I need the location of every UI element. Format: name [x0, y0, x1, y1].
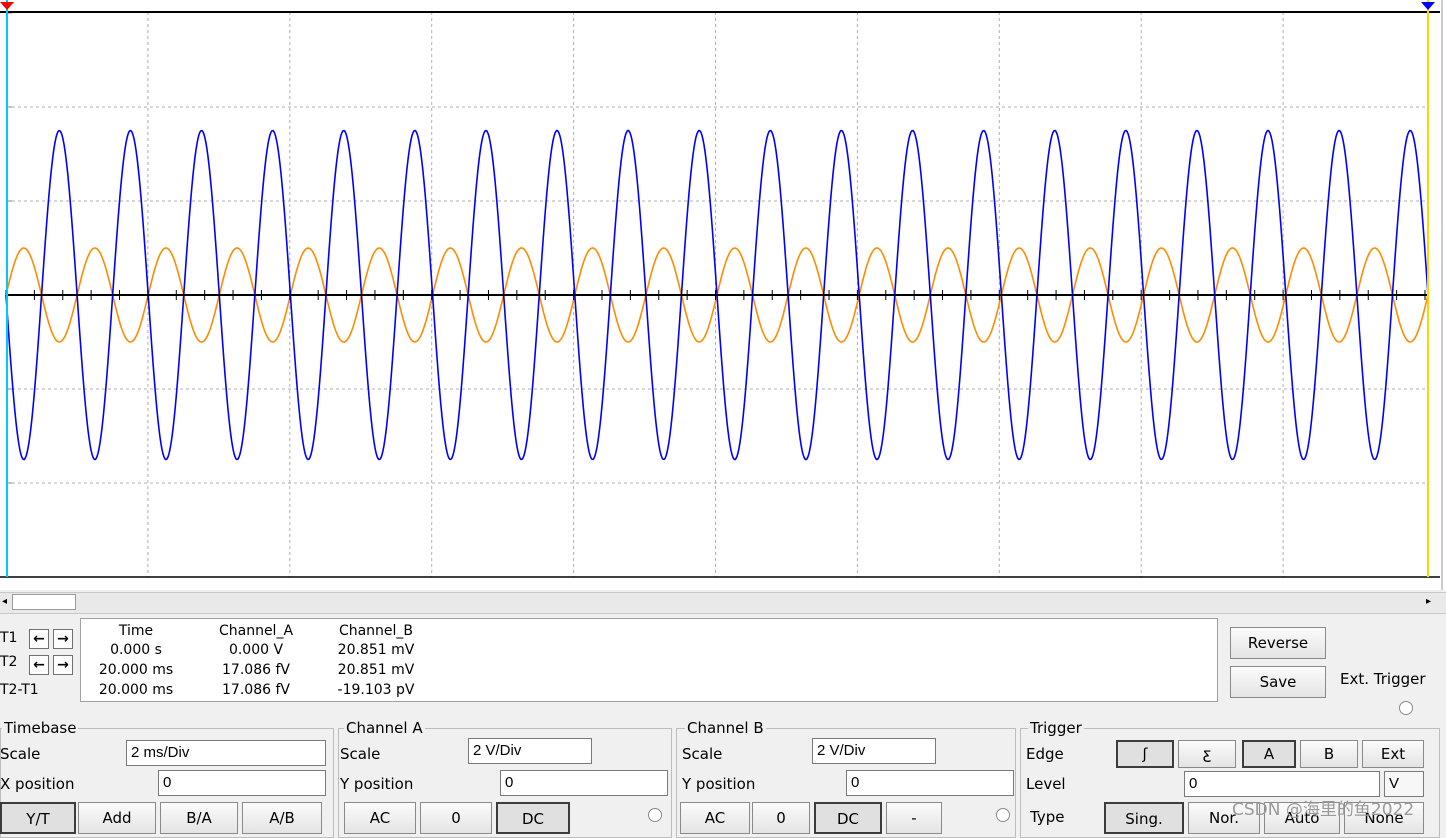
- channel-b-invert-button[interactable]: -: [886, 802, 942, 834]
- trigger-level-unit: V: [1384, 771, 1424, 797]
- t1-right-arrow-icon[interactable]: →: [53, 629, 73, 649]
- scroll-left-icon[interactable]: ◂: [2, 595, 7, 609]
- oscilloscope-screen: [0, 0, 1446, 590]
- t2-time: 20.000 ms: [98, 662, 174, 678]
- channel-a-title: Channel A: [344, 719, 425, 737]
- channel-a-radio[interactable]: [648, 808, 662, 822]
- channel-b-scale-field[interactable]: 2 V/Div: [812, 738, 936, 764]
- t2-channel-b: 20.851 mV: [337, 662, 415, 678]
- col-header-time: Time: [118, 623, 154, 639]
- col-header-channel-b: Channel_B: [338, 623, 414, 639]
- horizontal-scrollbar[interactable]: ◂ ▸: [0, 592, 1446, 614]
- t2-right-arrow-icon[interactable]: →: [53, 655, 73, 675]
- scroll-right-icon[interactable]: ▸: [1426, 595, 1431, 609]
- waveform-plot: [0, 0, 1443, 590]
- timebase-scale-field[interactable]: 2 ms/Div: [126, 740, 326, 766]
- x-position-field[interactable]: 0: [158, 770, 326, 796]
- trigger-type-label: Type: [1030, 808, 1065, 826]
- t1-channel-b: 20.851 mV: [337, 642, 415, 658]
- falling-edge-button[interactable]: ƹ: [1178, 740, 1236, 768]
- channel-a-scale-label: Scale: [340, 745, 381, 763]
- channel-a-ypos-label: Y position: [340, 775, 414, 793]
- trigger-source-ext-button[interactable]: Ext: [1362, 740, 1424, 768]
- x-position-label: X position: [0, 775, 75, 793]
- channel-b-scale-label: Scale: [682, 745, 723, 763]
- channel-a-dc-button[interactable]: DC: [496, 802, 570, 834]
- channel-b-radio[interactable]: [996, 808, 1010, 822]
- channel-b-title: Channel B: [685, 719, 766, 737]
- mode-ba-button[interactable]: B/A: [160, 802, 238, 834]
- cursor-diff-label: T2-T1: [0, 682, 39, 698]
- channel-b-ypos-label: Y position: [682, 775, 756, 793]
- ext-trigger-label: Ext. Trigger: [1340, 670, 1426, 688]
- trigger-source-b-button[interactable]: B: [1300, 740, 1358, 768]
- trigger-title: Trigger: [1028, 719, 1084, 737]
- scrollbar-thumb[interactable]: [12, 594, 76, 610]
- ext-trigger-radio[interactable]: [1399, 701, 1413, 715]
- t2-channel-a: 17.086 fV: [222, 662, 290, 678]
- channel-a-zero-button[interactable]: 0: [420, 802, 492, 834]
- rising-edge-icon: ʃ: [1142, 745, 1148, 763]
- falling-edge-icon: ƹ: [1202, 745, 1212, 763]
- mode-add-button[interactable]: Add: [78, 802, 156, 834]
- t2-left-arrow-icon[interactable]: ←: [29, 655, 49, 675]
- trigger-level-field[interactable]: 0: [1184, 771, 1380, 797]
- channel-a-ac-button[interactable]: AC: [344, 802, 416, 834]
- channel-a-ypos-field[interactable]: 0: [500, 770, 668, 796]
- trigger-single-button[interactable]: Sing.: [1104, 802, 1184, 834]
- diff-channel-b: -19.103 pV: [337, 682, 415, 698]
- timebase-title: Timebase: [2, 719, 79, 737]
- trigger-edge-label: Edge: [1026, 745, 1064, 763]
- channel-b-ypos-field[interactable]: 0: [846, 770, 1014, 796]
- col-header-channel-a: Channel_A: [218, 623, 294, 639]
- cursor-t2-label: T2: [0, 654, 18, 670]
- reverse-button[interactable]: Reverse: [1230, 627, 1326, 659]
- rising-edge-button[interactable]: ʃ: [1116, 740, 1174, 768]
- channel-b-ac-button[interactable]: AC: [680, 802, 750, 834]
- mode-yt-button[interactable]: Y/T: [0, 802, 76, 834]
- t1-time: 0.000 s: [110, 642, 162, 658]
- mode-ab-button[interactable]: A/B: [242, 802, 322, 834]
- cursor-readout-table: Time Channel_A Channel_B 0.000 s 0.000 V…: [80, 618, 1218, 702]
- trigger-level-label: Level: [1026, 775, 1066, 793]
- channel-a-scale-field[interactable]: 2 V/Div: [468, 738, 592, 764]
- save-button[interactable]: Save: [1230, 666, 1326, 698]
- diff-time: 20.000 ms: [98, 682, 174, 698]
- timebase-scale-label: Scale: [0, 745, 41, 763]
- channel-b-dc-button[interactable]: DC: [814, 802, 882, 834]
- trigger-source-a-button[interactable]: A: [1242, 740, 1296, 768]
- t1-channel-a: 0.000 V: [228, 642, 284, 658]
- cursor-t1-label: T1: [0, 630, 18, 646]
- t1-left-arrow-icon[interactable]: ←: [29, 629, 49, 649]
- diff-channel-a: 17.086 fV: [222, 682, 290, 698]
- cursor-t2-marker-icon: [1421, 2, 1435, 10]
- watermark: CSDN @海里的鱼2022: [1232, 800, 1415, 820]
- channel-b-zero-button[interactable]: 0: [752, 802, 810, 834]
- cursor-t1-marker-icon: [0, 2, 14, 10]
